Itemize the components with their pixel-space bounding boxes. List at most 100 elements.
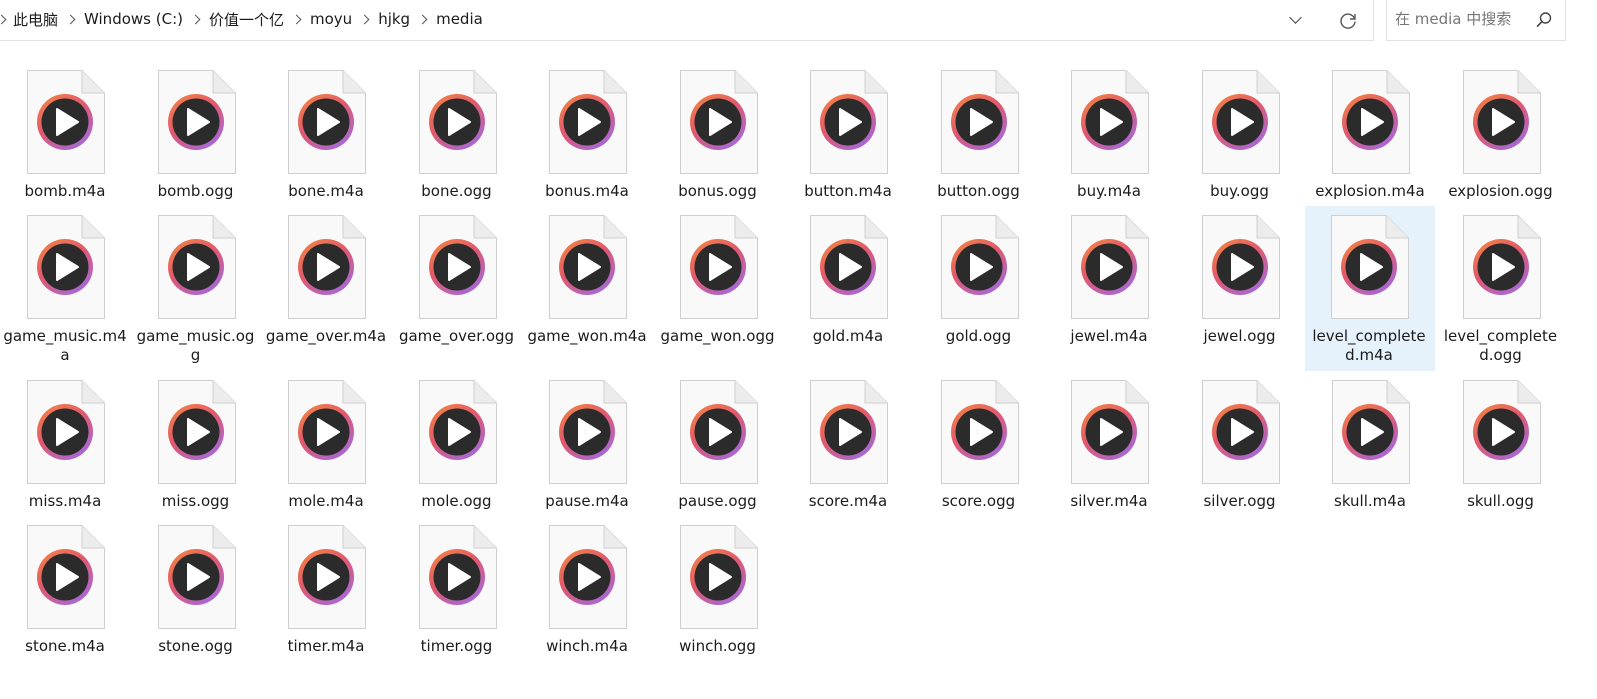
- file-item[interactable]: pause.m4a: [523, 371, 651, 516]
- media-file-icon: [810, 70, 888, 174]
- breadcrumb-item[interactable]: moyu: [310, 10, 352, 28]
- file-item[interactable]: gold.m4a: [784, 206, 912, 371]
- file-name-label: score.m4a: [808, 492, 888, 510]
- file-item[interactable]: skull.m4a: [1306, 371, 1434, 516]
- media-file-icon: [1071, 70, 1149, 174]
- chevron-right-icon[interactable]: [417, 14, 428, 24]
- file-item[interactable]: explosion.ogg: [1437, 61, 1565, 206]
- file-item[interactable]: silver.m4a: [1045, 371, 1173, 516]
- file-item[interactable]: jewel.m4a: [1045, 206, 1173, 371]
- file-item[interactable]: button.m4a: [784, 61, 912, 206]
- file-item[interactable]: game_won.m4a: [523, 206, 651, 371]
- file-item[interactable]: bonus.ogg: [654, 61, 782, 206]
- file-item[interactable]: bomb.m4a: [1, 61, 129, 206]
- breadcrumb-item[interactable]: Windows (C:): [84, 10, 183, 28]
- file-item[interactable]: buy.ogg: [1176, 61, 1304, 206]
- file-item[interactable]: mole.ogg: [393, 371, 521, 516]
- search-box[interactable]: [1386, 0, 1566, 41]
- file-name-label: jewel.m4a: [1070, 327, 1148, 345]
- file-item[interactable]: miss.m4a: [1, 371, 129, 516]
- file-item[interactable]: game_music.m4a: [1, 206, 129, 371]
- media-file-icon: [1331, 215, 1409, 319]
- file-item[interactable]: mole.m4a: [262, 371, 390, 516]
- breadcrumb: 此电脑 Windows (C:) 价值一个亿 moyu hjkg media: [0, 0, 483, 39]
- file-item[interactable]: pause.ogg: [654, 371, 782, 516]
- file-name-label: game_music.ogg: [136, 327, 255, 364]
- file-item[interactable]: silver.ogg: [1176, 371, 1304, 516]
- file-item[interactable]: game_over.ogg: [393, 206, 521, 371]
- media-file-icon: [940, 215, 1019, 319]
- media-file-icon: [418, 380, 497, 484]
- file-name-label: bonus.m4a: [545, 182, 629, 200]
- refresh-icon: [1340, 13, 1356, 29]
- file-item[interactable]: buy.m4a: [1045, 61, 1173, 206]
- file-item[interactable]: level_completed.ogg: [1437, 206, 1565, 371]
- file-name-label: buy.m4a: [1077, 182, 1141, 200]
- file-name-label: stone.m4a: [25, 637, 105, 655]
- chevron-right-icon[interactable]: [359, 14, 370, 24]
- search-icon[interactable]: [1535, 11, 1553, 29]
- file-item[interactable]: jewel.ogg: [1176, 206, 1304, 371]
- file-item[interactable]: bone.m4a: [262, 61, 390, 206]
- media-file-icon: [1462, 70, 1541, 174]
- file-name-label: silver.ogg: [1203, 492, 1276, 510]
- file-name-label: mole.m4a: [288, 492, 364, 510]
- file-name-label: explosion.ogg: [1448, 182, 1553, 200]
- file-name-label: bonus.ogg: [678, 182, 757, 200]
- file-name-label: game_over.ogg: [398, 327, 515, 345]
- file-item[interactable]: timer.ogg: [393, 516, 521, 661]
- file-name-label: button.ogg: [937, 182, 1020, 200]
- breadcrumb-item[interactable]: hjkg: [378, 10, 410, 28]
- breadcrumb-item[interactable]: media: [436, 10, 483, 28]
- file-item[interactable]: timer.m4a: [262, 516, 390, 661]
- file-name-label: score.ogg: [941, 492, 1016, 510]
- media-file-icon: [1332, 70, 1410, 174]
- address-history-dropdown[interactable]: [1286, 11, 1306, 29]
- file-item[interactable]: level_completed.m4a: [1305, 206, 1435, 371]
- file-item[interactable]: bonus.m4a: [523, 61, 651, 206]
- media-file-icon: [418, 70, 497, 174]
- file-name-label: miss.ogg: [161, 492, 230, 510]
- media-file-icon: [1462, 215, 1541, 319]
- file-item[interactable]: stone.m4a: [1, 516, 129, 661]
- file-item[interactable]: score.m4a: [784, 371, 912, 516]
- media-file-icon: [157, 215, 236, 319]
- file-name-label: timer.ogg: [420, 637, 493, 655]
- file-item[interactable]: stone.ogg: [132, 516, 260, 661]
- media-file-icon: [157, 525, 236, 629]
- refresh-button[interactable]: [1336, 9, 1360, 33]
- file-item[interactable]: button.ogg: [915, 61, 1043, 206]
- file-name-label: gold.ogg: [945, 327, 1012, 345]
- search-input[interactable]: [1387, 0, 1527, 39]
- file-item[interactable]: gold.ogg: [915, 206, 1043, 371]
- chevron-right-icon[interactable]: [291, 14, 302, 24]
- media-file-icon: [679, 215, 758, 319]
- address-bar[interactable]: 此电脑 Windows (C:) 价值一个亿 moyu hjkg media: [0, 0, 1374, 41]
- file-name-label: bone.m4a: [288, 182, 364, 200]
- chevron-right-icon[interactable]: [65, 14, 76, 24]
- breadcrumb-item[interactable]: 此电脑: [13, 9, 58, 30]
- chevron-right-icon[interactable]: [190, 14, 201, 24]
- file-item[interactable]: skull.ogg: [1437, 371, 1565, 516]
- file-name-label: skull.ogg: [1467, 492, 1534, 510]
- breadcrumb-item[interactable]: 价值一个亿: [209, 9, 284, 30]
- media-file-icon: [418, 215, 497, 319]
- file-item[interactable]: winch.ogg: [654, 516, 782, 661]
- file-item[interactable]: game_music.ogg: [132, 206, 260, 371]
- media-file-icon: [1201, 70, 1280, 174]
- file-item[interactable]: bone.ogg: [393, 61, 521, 206]
- media-file-icon: [27, 70, 105, 174]
- file-name-label: level_completed.ogg: [1443, 327, 1558, 364]
- file-item[interactable]: explosion.m4a: [1306, 61, 1434, 206]
- media-file-icon: [1071, 380, 1149, 484]
- file-name-label: buy.ogg: [1210, 182, 1269, 200]
- file-name-label: bomb.ogg: [157, 182, 234, 200]
- file-item[interactable]: score.ogg: [915, 371, 1043, 516]
- file-item[interactable]: game_won.ogg: [654, 206, 782, 371]
- file-item[interactable]: miss.ogg: [132, 371, 260, 516]
- media-file-icon: [157, 70, 236, 174]
- media-file-icon: [679, 525, 758, 629]
- file-item[interactable]: bomb.ogg: [132, 61, 260, 206]
- file-item[interactable]: game_over.m4a: [262, 206, 390, 371]
- file-item[interactable]: winch.m4a: [523, 516, 651, 661]
